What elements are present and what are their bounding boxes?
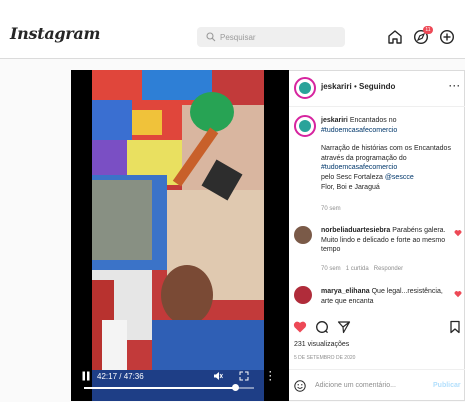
pause-icon[interactable]: [82, 371, 90, 381]
caption-username[interactable]: jeskariri: [321, 117, 348, 124]
caption-text-1: Encantados no: [349, 117, 397, 124]
publish-button[interactable]: Publicar: [433, 382, 461, 389]
video-frame[interactable]: [92, 70, 264, 401]
instagram-logo[interactable]: Instagram: [10, 24, 100, 43]
comment-input[interactable]: Adicione um comentário...: [315, 382, 396, 389]
fullscreen-icon[interactable]: [239, 371, 249, 381]
caption-text-3: pelo Sesc Fortaleza: [321, 173, 383, 181]
more-options-icon[interactable]: ···: [449, 81, 461, 91]
avatar[interactable]: [294, 77, 316, 99]
post-date: 5 de setembro de 2020: [294, 355, 356, 361]
comment-avatar[interactable]: [294, 286, 312, 304]
view-count[interactable]: 231 visualizações: [294, 341, 349, 348]
home-icon[interactable]: [387, 29, 403, 45]
comment-avatar[interactable]: [294, 226, 312, 244]
caption-text-4: Flor, Boi e Jaraguá: [321, 183, 380, 191]
post-author-username[interactable]: jeskariri: [321, 82, 352, 91]
comment-like-icon[interactable]: [454, 290, 462, 298]
comment-username[interactable]: norbeliaduartesiebra: [321, 227, 390, 234]
search-placeholder: Pesquisar: [220, 33, 256, 42]
video-timestamp: 42:17 / 47:36: [97, 372, 144, 381]
caption-age: 70 sem: [321, 206, 341, 212]
post-author: jeskariri • Seguindo: [321, 82, 395, 91]
comment-username[interactable]: marya_elihana: [321, 288, 370, 295]
post-header: jeskariri • Seguindo ···: [289, 70, 465, 107]
notification-badge: 11: [423, 26, 433, 34]
comment-icon[interactable]: [315, 320, 329, 334]
caption-hashtag-1[interactable]: #tudoemcasafecomercio: [321, 126, 459, 136]
caption-hashtag-2[interactable]: #tudoemcasafecomercio: [321, 163, 459, 173]
follow-status[interactable]: Seguindo: [359, 82, 395, 91]
video-progress-bar[interactable]: [84, 384, 254, 391]
new-post-icon[interactable]: [439, 29, 455, 45]
share-icon[interactable]: [337, 320, 351, 334]
top-navigation-bar: Instagram Pesquisar 11: [0, 0, 465, 59]
video-player[interactable]: [71, 70, 289, 401]
post-actions: [289, 317, 465, 339]
search-input[interactable]: Pesquisar: [197, 27, 345, 47]
post-side-panel: jeskariri • Seguindo ··· jeskariri Encan…: [289, 70, 465, 401]
comment-age: 70 sem: [321, 266, 341, 272]
save-icon[interactable]: [448, 320, 462, 334]
comment-reply-button[interactable]: Responder: [374, 266, 403, 272]
comment-like-icon[interactable]: [454, 229, 462, 237]
search-icon: [206, 32, 216, 42]
caption-avatar[interactable]: [294, 115, 316, 137]
video-content-image: [92, 70, 264, 401]
header-separator: •: [353, 82, 357, 91]
video-progress-fill: [84, 387, 236, 389]
comment-item: norbeliaduartesiebra Parabéns galera. Mu…: [321, 226, 449, 255]
add-comment-bar: Adicione um comentário... Publicar: [289, 369, 465, 402]
mute-icon[interactable]: [213, 371, 223, 381]
caption-mention[interactable]: @sescce: [385, 174, 414, 181]
like-icon[interactable]: [293, 320, 307, 334]
comment-item: marya_elihana Que legal...resistência, a…: [321, 287, 449, 306]
caption-text-2: Narração de histórias com os Encantados …: [321, 145, 451, 162]
comment-likes[interactable]: 1 curtida: [346, 266, 369, 272]
video-more-options-icon[interactable]: · · ·: [269, 368, 272, 385]
post-caption: jeskariri Encantados no #tudoemcasafecom…: [321, 116, 459, 192]
emoji-icon[interactable]: [294, 380, 306, 392]
comment-meta: 70 sem 1 curtida Responder: [321, 266, 403, 272]
